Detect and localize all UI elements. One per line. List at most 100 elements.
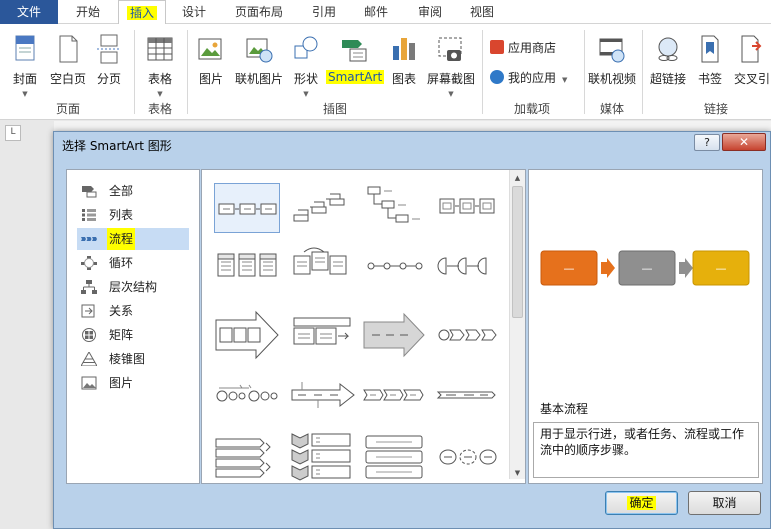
- my-apps-icon: [490, 70, 504, 84]
- layout-basic-process[interactable]: [214, 183, 280, 233]
- category-item-cycle[interactable]: 循环: [77, 252, 189, 274]
- layout-continuous-block[interactable]: [290, 242, 356, 292]
- my-apps-button[interactable]: 我的应用 ▼: [490, 68, 567, 88]
- group-label-addins: 加载项: [513, 102, 550, 116]
- category-item-hierarchy[interactable]: 层次结构: [77, 276, 189, 298]
- layout-chevron-list[interactable]: [362, 370, 428, 420]
- preview-step-1: —: [564, 262, 575, 275]
- scroll-thumb[interactable]: [512, 186, 523, 318]
- layout-timeline-arrow[interactable]: [290, 370, 356, 420]
- layout-bracket-list[interactable]: [362, 482, 428, 483]
- page-break-button[interactable]: 分页: [92, 30, 126, 110]
- layout-alternating-flow[interactable]: [214, 242, 280, 292]
- preview-basic-process: — — —: [540, 250, 750, 286]
- list-icon: [82, 209, 96, 221]
- close-button[interactable]: ✕: [722, 133, 766, 151]
- picture-icon: [198, 38, 222, 60]
- layout-circle-arrows[interactable]: [214, 482, 280, 483]
- layout-step-up-process[interactable]: [290, 183, 356, 233]
- ok-button[interactable]: 确定: [605, 491, 678, 515]
- hyperlink-icon: [658, 37, 678, 61]
- cross-reference-icon: [741, 35, 762, 63]
- bookmark-button[interactable]: 书签: [692, 30, 728, 110]
- screenshot-button[interactable]: 屏幕截图 ▼: [424, 30, 478, 110]
- layout-accent-process[interactable]: [436, 183, 502, 233]
- group-label-links: 链接: [703, 102, 728, 116]
- layout-vertical-chevrons[interactable]: [290, 432, 356, 482]
- category-item-relationship[interactable]: 关系: [77, 300, 189, 322]
- cover-page-button[interactable]: 封面 ▼: [6, 30, 44, 110]
- tab-mailings[interactable]: 邮件: [352, 0, 400, 24]
- smartart-dialog: 选择 SmartArt 图形 ? ✕ 全部 列表 流程 循环 层次结构 关系 矩…: [53, 131, 771, 529]
- online-picture-button[interactable]: 联机图片: [232, 30, 286, 110]
- chevron-down-icon: ▼: [562, 76, 568, 84]
- layout-process-arrows[interactable]: [214, 310, 280, 360]
- pyramid-icon: [81, 352, 97, 366]
- gallery-scrollbar[interactable]: ▲ ▼: [509, 170, 525, 479]
- process-icon: [81, 237, 97, 241]
- category-item-all[interactable]: 全部: [77, 180, 189, 202]
- layout-step-down-process[interactable]: [362, 183, 428, 233]
- dialog-title: 选择 SmartArt 图形: [62, 139, 172, 153]
- cover-page-icon: [15, 35, 35, 61]
- tab-review[interactable]: 审阅: [406, 0, 454, 24]
- blank-page-button[interactable]: 空白页: [48, 30, 88, 110]
- scroll-up-icon[interactable]: ▲: [510, 171, 525, 185]
- layout-gear-circles[interactable]: [214, 370, 280, 420]
- layout-node-list[interactable]: [290, 482, 356, 483]
- chart-button[interactable]: 图表: [386, 30, 422, 110]
- cancel-button[interactable]: 取消: [688, 491, 761, 515]
- tab-design[interactable]: 设计: [170, 0, 218, 24]
- table-icon: [147, 37, 173, 61]
- scroll-down-icon[interactable]: ▼: [510, 466, 525, 480]
- online-video-button[interactable]: 联机视频: [586, 30, 638, 110]
- tab-file[interactable]: 文件: [0, 0, 58, 24]
- category-item-process[interactable]: 流程: [77, 228, 189, 250]
- layout-half-circle[interactable]: [436, 242, 502, 292]
- layout-stacked-arrows[interactable]: [214, 435, 280, 483]
- layout-big-arrow[interactable]: [362, 310, 428, 360]
- bookmark-icon: [701, 35, 719, 63]
- category-item-list[interactable]: 列表: [77, 204, 189, 226]
- chart-icon: [393, 38, 415, 60]
- store-bag-icon: [490, 40, 504, 54]
- tab-page-layout[interactable]: 页面布局: [224, 0, 294, 24]
- group-label-tables: 表格: [147, 102, 172, 116]
- group-divider: [642, 30, 643, 114]
- group-divider: [482, 30, 483, 114]
- tab-stop-selector[interactable]: L: [5, 125, 21, 141]
- online-picture-icon: [246, 38, 273, 63]
- layout-chevron-arrows[interactable]: [436, 310, 502, 360]
- ribbon-tab-bar: 文件 开始 插入 设计 页面布局 引用 邮件 审阅 视图: [0, 0, 771, 25]
- layout-line-arrow[interactable]: [436, 370, 502, 420]
- hyperlink-button[interactable]: 超链接: [646, 30, 690, 110]
- preview-panel: — — — 基本流程 用于显示行进，或者任务、流程或工作流中的顺序步骤。: [528, 169, 763, 484]
- preview-step-2: —: [642, 262, 653, 275]
- layout-stacked-boxes[interactable]: [362, 432, 428, 482]
- help-button[interactable]: ?: [694, 134, 720, 151]
- layout-linked-circles[interactable]: [436, 432, 502, 482]
- category-item-matrix[interactable]: 矩阵: [77, 324, 189, 346]
- preview-step-3: —: [716, 262, 727, 275]
- picture-button[interactable]: 图片: [192, 30, 230, 110]
- smartart-icon: [342, 40, 367, 62]
- tab-view[interactable]: 视图: [458, 0, 506, 24]
- tab-references[interactable]: 引用: [300, 0, 348, 24]
- tab-home[interactable]: 开始: [62, 0, 114, 24]
- smartart-button[interactable]: SmartArt: [326, 30, 385, 110]
- layout-gallery: ▲ ▼: [201, 169, 526, 484]
- tab-insert[interactable]: 插入: [118, 0, 166, 25]
- relationship-icon: [81, 304, 95, 318]
- ribbon: 封面 ▼ 空白页 分页 页面 表格 ▼ 表格 图片 联机图片 形状 ▼ Smar…: [0, 24, 771, 120]
- group-divider: [187, 30, 188, 114]
- layout-box-pairs[interactable]: [436, 482, 502, 483]
- table-button[interactable]: 表格 ▼: [140, 30, 180, 110]
- layout-upward-arrow[interactable]: [290, 310, 356, 360]
- cross-reference-button[interactable]: 交叉引: [730, 30, 771, 110]
- group-divider: [134, 30, 135, 114]
- shapes-button[interactable]: 形状 ▼: [288, 30, 324, 110]
- category-item-pyramid[interactable]: 棱锥图: [77, 348, 189, 370]
- category-item-picture[interactable]: 图片: [77, 372, 189, 394]
- layout-circle-process[interactable]: [362, 242, 428, 292]
- app-store-button[interactable]: 应用商店: [490, 38, 556, 58]
